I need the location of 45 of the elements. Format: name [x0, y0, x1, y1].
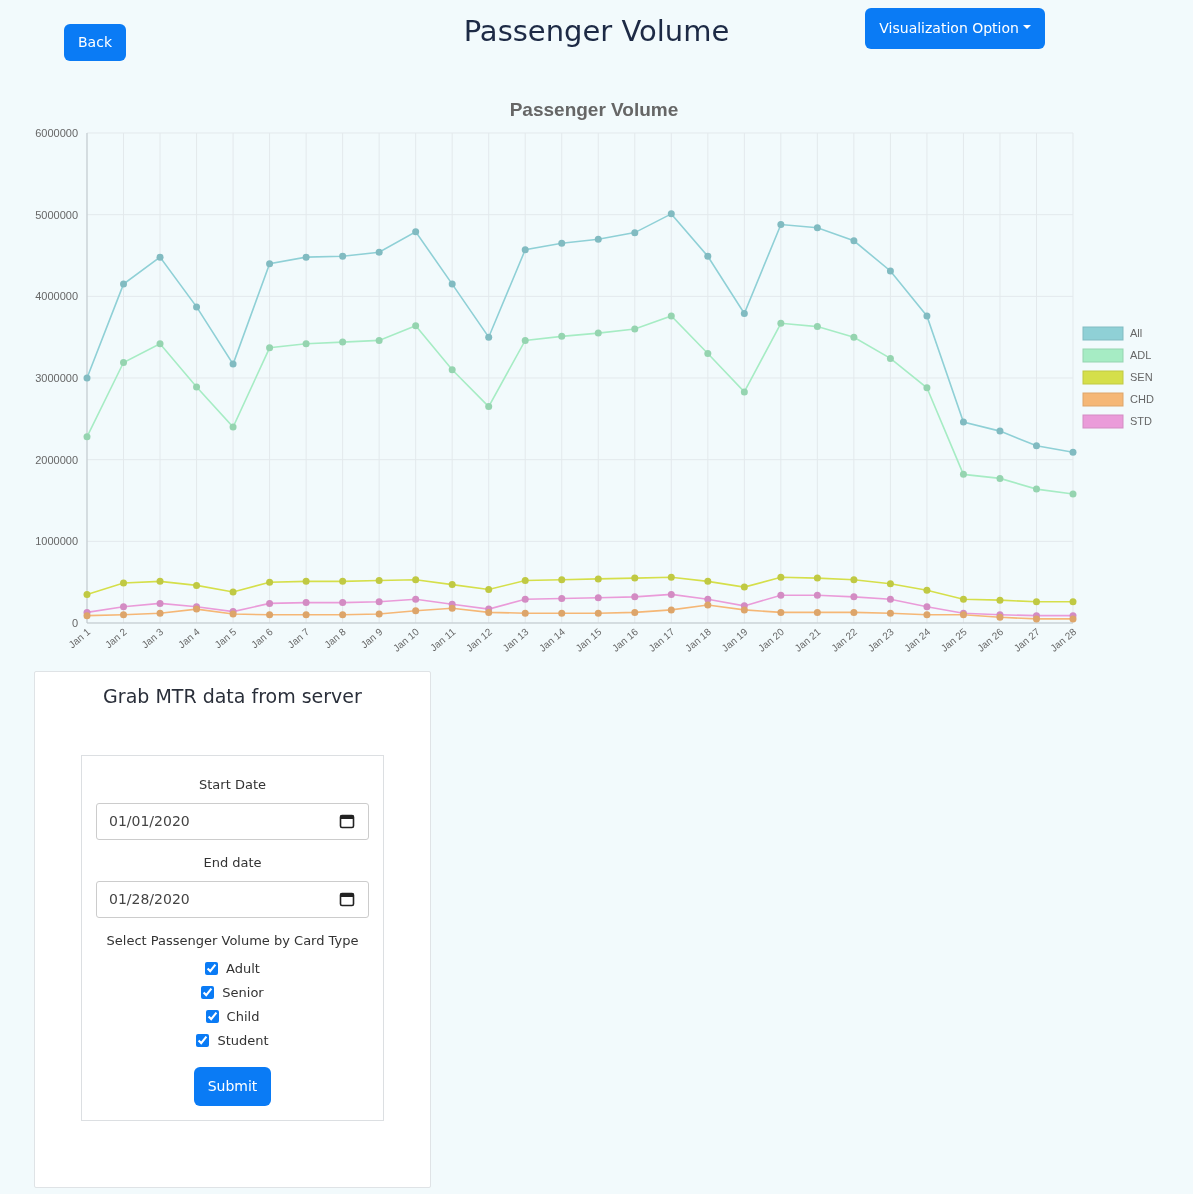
checkbox-label: Student [217, 1031, 269, 1050]
page-title: Passenger Volume [463, 13, 730, 50]
axis-label: Jan 28 [1048, 626, 1079, 652]
axis-label: Jan 3 [139, 626, 166, 651]
axis-label: Jan 18 [683, 626, 714, 652]
axis-label: Jan 6 [249, 626, 275, 651]
axis-label: Jan 5 [212, 626, 239, 651]
axis-label: Jan 27 [1011, 626, 1042, 652]
axis-label: Jan 1 [66, 626, 93, 651]
axis-label: Jan 11 [427, 626, 458, 652]
axis-label: Jan 16 [610, 626, 641, 652]
axis-label: Jan 12 [463, 626, 494, 652]
axis-label: Jan 10 [390, 626, 421, 652]
axis-label: Jan 9 [358, 626, 385, 651]
axis-label: Jan 23 [865, 626, 896, 652]
axis-label: Jan 25 [938, 626, 969, 652]
axis-label: Jan 7 [285, 626, 312, 651]
axis-label: Jan 2 [103, 626, 129, 651]
checkbox-label: Child [226, 1007, 260, 1026]
checkbox-label: Adult [226, 959, 260, 978]
field-label: Start Date [199, 775, 266, 794]
axis-label: 4000000 [35, 290, 78, 303]
axis-label: Jan 26 [975, 626, 1006, 652]
axis-label: Jan 13 [500, 626, 531, 652]
axis-label: 5000000 [35, 208, 78, 221]
axis-label: Jan 8 [322, 626, 348, 651]
axis-label: Jan 15 [573, 626, 604, 652]
axis-label: Jan 17 [646, 626, 677, 652]
axis-label: Jan 19 [719, 626, 750, 652]
axis-label: 1000000 [35, 535, 78, 548]
axis-label: 6000000 [35, 127, 78, 139]
chart-title: Passenger Volume [509, 99, 679, 120]
field-label: Select Passenger Volume by Card Type [106, 931, 359, 950]
field-label: End date [203, 853, 262, 872]
axis-label: Jan 24 [902, 626, 933, 652]
axis-label: 0 [71, 617, 78, 629]
form-title: Grab MTR data from server [102, 684, 363, 709]
axis-label: Jan 20 [756, 626, 787, 652]
axis-label: 3000000 [35, 372, 78, 384]
axis-label: Jan 22 [829, 626, 860, 652]
axis-label: Jan 4 [176, 626, 202, 651]
axis-label: Jan 14 [536, 626, 568, 652]
axis-label: Jan 21 [792, 626, 823, 652]
checkbox-label: Senior [222, 983, 264, 1002]
axis-label: 2000000 [35, 453, 78, 466]
